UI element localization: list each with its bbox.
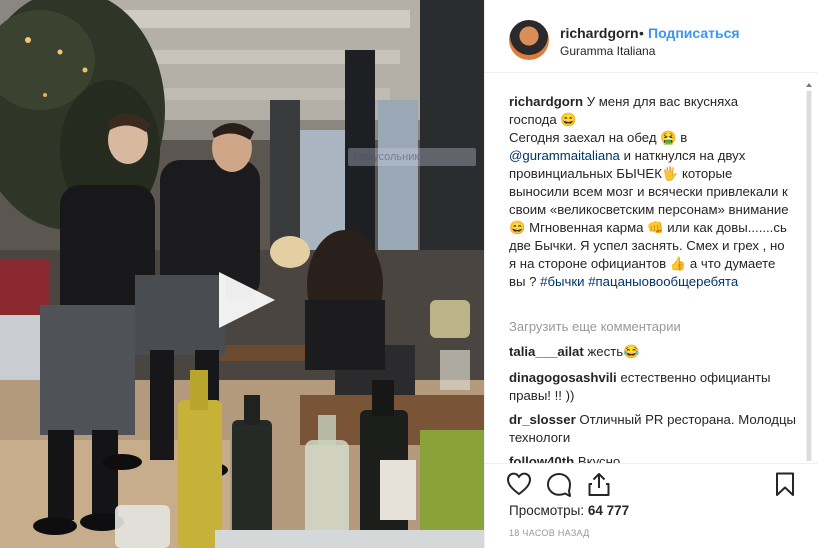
comment-icon[interactable] xyxy=(545,470,573,498)
avatar[interactable] xyxy=(509,20,549,60)
caption-line2b: и наткнулся на двух провинциальных БЫЧЕК… xyxy=(509,148,789,289)
comment-item: talia___ailat жесть😂 xyxy=(509,343,799,361)
comment-item: follow40th Вкусно xyxy=(509,453,799,463)
video-player[interactable]: Гамусольник xyxy=(0,0,484,548)
post-timestamp: 18 ЧАСОВ НАЗАД xyxy=(509,528,590,538)
play-icon[interactable] xyxy=(213,268,277,332)
action-bar xyxy=(485,463,818,503)
location-link[interactable]: Guramma Italiana xyxy=(560,44,655,58)
comment-username[interactable]: follow40th xyxy=(509,454,574,463)
comments-panel: richardgorn У меня для вас вкусняха госп… xyxy=(485,73,818,463)
heart-icon[interactable] xyxy=(505,470,533,498)
comment-username[interactable]: dinagogosashvili xyxy=(509,370,617,385)
load-more-comments[interactable]: Загрузить еще комментарии xyxy=(509,319,681,334)
caption-hashtag[interactable]: #бычки xyxy=(540,274,584,289)
caption-line2a: Сегодня заехал на обед 🤮 в xyxy=(509,130,688,145)
comment-username[interactable]: talia___ailat xyxy=(509,344,584,359)
comment-item: dr_slosser Отличный PR ресторана. Молодц… xyxy=(509,411,799,447)
caption-username[interactable]: richardgorn xyxy=(509,94,583,109)
views-number: 64 777 xyxy=(587,503,630,518)
header-username[interactable]: richardgorn xyxy=(560,25,639,41)
comment-text: Вкусно xyxy=(577,454,621,463)
video-watermark: Гамусольник xyxy=(348,148,476,166)
comment-item: dinagogosashvili естественно официанты п… xyxy=(509,369,799,405)
share-icon[interactable] xyxy=(585,470,613,498)
comment-text: жесть😂 xyxy=(587,344,640,359)
post-sidebar: richardgorn • Подписаться Guramma Italia… xyxy=(484,0,818,548)
views-label: Просмотры: xyxy=(509,503,585,518)
follow-button[interactable]: Подписаться xyxy=(648,25,740,41)
header-separator: • xyxy=(639,25,644,41)
comment-username[interactable]: dr_slosser xyxy=(509,412,576,427)
post-caption: richardgorn У меня для вас вкусняха госп… xyxy=(509,93,789,291)
caption-mention[interactable]: @gurammaitaliana xyxy=(509,148,620,163)
views-count: Просмотры: 64 777 xyxy=(509,503,629,518)
instagram-post: Гамусольник richardgorn • Подписаться Gu… xyxy=(0,0,818,548)
caption-hashtag[interactable]: #пацаныовообщеребята xyxy=(588,274,738,289)
comments-scrollbar[interactable] xyxy=(805,81,813,463)
post-header: richardgorn • Подписаться Guramma Italia… xyxy=(485,0,818,73)
bookmark-icon[interactable] xyxy=(771,470,799,498)
